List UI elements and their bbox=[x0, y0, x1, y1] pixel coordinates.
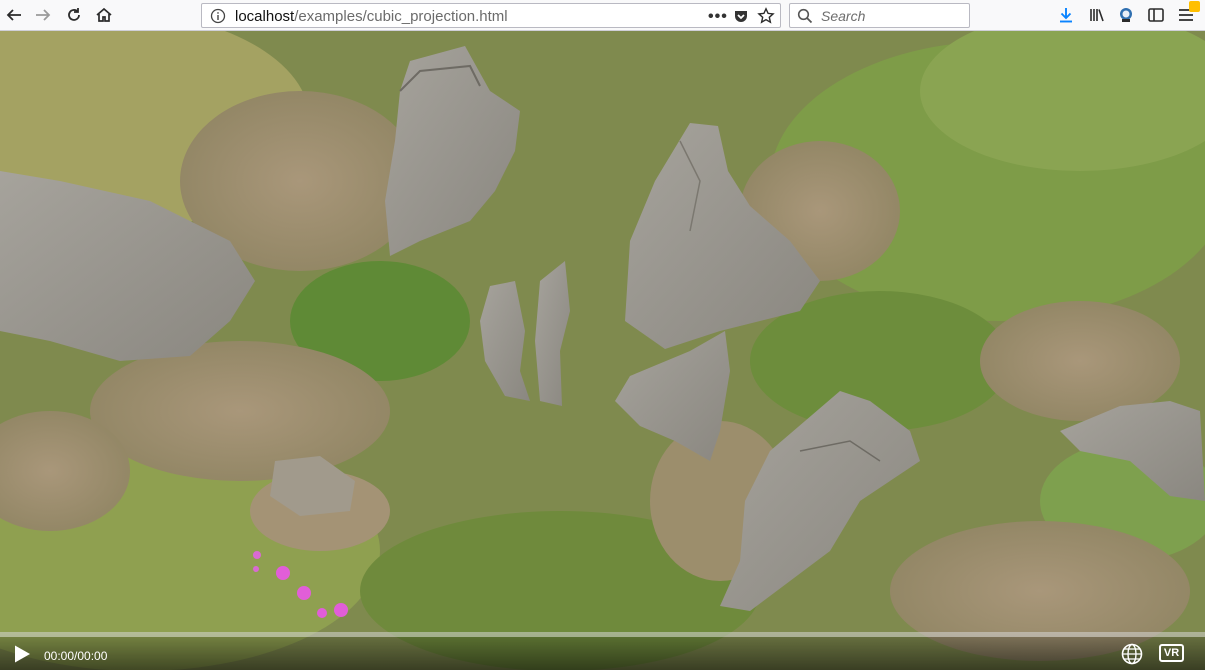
video-player[interactable]: 00:00/00:00 VR bbox=[0, 31, 1205, 670]
url-bar[interactable]: localhost/examples/cubic_projection.html… bbox=[201, 3, 781, 28]
video-controls: 00:00/00:00 VR bbox=[0, 632, 1205, 670]
menu-icon[interactable] bbox=[1175, 1, 1200, 26]
time-display: 00:00/00:00 bbox=[44, 649, 108, 663]
extension-icon[interactable] bbox=[1115, 4, 1137, 26]
play-icon[interactable] bbox=[12, 644, 32, 669]
url-text: localhost/examples/cubic_projection.html bbox=[235, 8, 508, 25]
library-icon[interactable] bbox=[1086, 4, 1108, 26]
search-icon bbox=[797, 8, 813, 29]
progress-bar[interactable] bbox=[0, 632, 1205, 637]
projection-globe-icon[interactable] bbox=[1120, 643, 1144, 670]
update-badge bbox=[1189, 1, 1200, 12]
reload-icon[interactable] bbox=[63, 4, 85, 26]
video-frame-rocks-grass[interactable] bbox=[0, 31, 1205, 670]
vr-button[interactable]: VR bbox=[1159, 644, 1184, 662]
url-host: localhost bbox=[235, 8, 295, 25]
home-icon[interactable] bbox=[93, 4, 115, 26]
forward-icon[interactable] bbox=[32, 4, 54, 26]
url-path: /examples/cubic_projection.html bbox=[294, 8, 508, 25]
more-icon[interactable]: ••• bbox=[708, 8, 728, 26]
info-icon[interactable] bbox=[210, 8, 226, 29]
bookmark-star-icon[interactable] bbox=[757, 7, 775, 30]
back-icon[interactable] bbox=[3, 4, 25, 26]
download-icon[interactable] bbox=[1055, 4, 1077, 26]
pocket-icon[interactable] bbox=[733, 8, 749, 29]
browser-toolbar: localhost/examples/cubic_projection.html… bbox=[0, 0, 1205, 31]
sidebar-icon[interactable] bbox=[1145, 4, 1167, 26]
search-placeholder: Search bbox=[821, 8, 866, 24]
search-bar[interactable]: Search bbox=[789, 3, 970, 28]
